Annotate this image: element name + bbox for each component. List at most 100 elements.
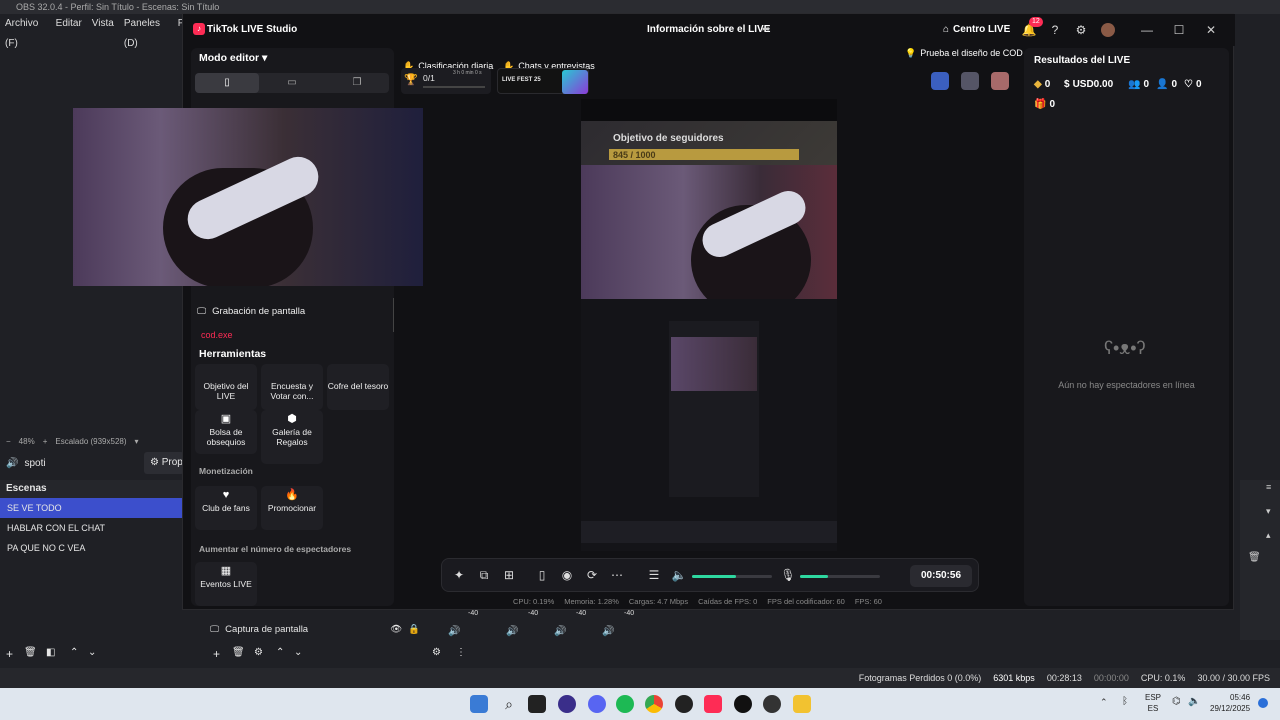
speaker-icon[interactable]: 🔊 <box>602 626 614 637</box>
network-icon[interactable]: ⌬ <box>1172 696 1181 707</box>
menu-editar[interactable]: Editar <box>56 14 82 34</box>
source-cod[interactable]: cod.exe <box>201 330 233 340</box>
filter-icon[interactable]: ◧ <box>46 647 55 658</box>
chevron-up-icon[interactable]: ⌃ <box>70 647 78 658</box>
mode-editor-dropdown[interactable]: Modo editor ▾ <box>199 52 267 64</box>
share-icon[interactable]: ➦ <box>762 24 774 36</box>
speaker-icon[interactable]: 🔊 <box>506 626 518 637</box>
tool-live-events[interactable]: ▦ Eventos LIVE <box>195 562 257 606</box>
tool-gift-bag[interactable]: ▣ Bolsa de obsequios <box>195 410 257 454</box>
dual-icon[interactable]: ❐ <box>325 73 389 93</box>
tool-chest[interactable]: Cofre del tesoro <box>327 364 389 410</box>
centro-live-button[interactable]: ⌂ Centro LIVE <box>943 14 1010 46</box>
tool-promote[interactable]: 🔥 Promocionar <box>261 486 323 530</box>
avatar[interactable] <box>1101 23 1115 37</box>
dock-menu-icon[interactable]: ≡ <box>1266 482 1271 492</box>
github-icon[interactable] <box>675 695 693 713</box>
layers-icon[interactable]: ⧉ <box>476 567 492 583</box>
minimize-icon[interactable]: — <box>1139 22 1155 38</box>
close-icon[interactable]: ✕ <box>1203 22 1219 38</box>
language-indicator[interactable]: ESP ES <box>1145 692 1161 714</box>
chevron-down-icon[interactable]: ▾ <box>1266 506 1271 517</box>
help-icon[interactable]: ? <box>1047 22 1063 38</box>
landscape-icon[interactable]: ▭ <box>260 73 324 93</box>
tool-gift-gallery[interactable]: ⬢ Galería de Regalos <box>261 410 323 464</box>
gift-icon[interactable] <box>961 72 979 90</box>
gear-icon[interactable]: ⚙ <box>1073 22 1089 38</box>
lang-secondary: ES <box>1147 704 1159 713</box>
volume-icon[interactable]: 🔈 <box>1188 696 1200 707</box>
trash-icon[interactable]: 🗑 <box>24 647 37 658</box>
source-row[interactable]: 🖵 Captura de pantalla 👁 🔒 <box>210 620 420 638</box>
zoom-in-icon[interactable]: + <box>43 437 48 446</box>
scene-item[interactable]: PA QUE NO C VEA <box>0 538 182 558</box>
chevron-down-icon[interactable]: ▾ <box>135 437 139 446</box>
menu-vista[interactable]: Vista <box>92 14 114 34</box>
windows-start-icon[interactable] <box>470 695 488 713</box>
volume-icon[interactable]: 🔈 <box>671 567 687 583</box>
sliders-icon[interactable]: ☰ <box>646 567 662 583</box>
notification-icon[interactable] <box>1258 698 1268 708</box>
phone-icon[interactable]: ▯ <box>534 567 550 583</box>
chevron-down-icon[interactable]: ⌄ <box>294 647 302 658</box>
tool-fan-club[interactable]: ♥ Club de fans <box>195 486 257 530</box>
add-source-icon[interactable]: ⊞ <box>501 567 517 583</box>
livefest-card[interactable]: LIVE FEST 25 <box>497 68 589 94</box>
obs-app-icon[interactable] <box>558 695 576 713</box>
gear-icon[interactable]: ⚙ <box>254 647 263 658</box>
mic-slider[interactable] <box>800 575 880 578</box>
mixer-db: -40 <box>624 610 635 617</box>
eye-icon[interactable]: 👁 <box>390 624 402 635</box>
stream-preview[interactable]: Objetivo de seguidores 845 / 1000 <box>581 99 837 551</box>
search-icon[interactable]: ⌕ <box>500 695 518 713</box>
portrait-icon[interactable]: ▯ <box>195 73 259 93</box>
add-icon[interactable]: + <box>6 647 13 661</box>
menu-archivo[interactable]: Archivo (F) <box>5 14 46 49</box>
tiktok-icon[interactable] <box>734 695 752 713</box>
trash-icon[interactable]: 🗑 <box>232 647 245 658</box>
scene-item[interactable]: HABLAR CON EL CHAT <box>0 518 182 538</box>
speaker-icon[interactable]: 🔊 <box>554 626 566 637</box>
more-icon[interactable]: ⋮ <box>456 647 466 658</box>
design-tip[interactable]: 💡 Prueba el diseño de COD <box>905 48 1023 59</box>
monetization-title: Monetización <box>199 466 253 476</box>
chevron-up-icon[interactable]: ⌃ <box>1100 697 1108 708</box>
record-icon[interactable]: ◉ <box>559 567 575 583</box>
menu-paneles[interactable]: Paneles (D) <box>124 14 168 49</box>
microphone-icon[interactable]: 🎙 <box>780 567 796 583</box>
gift-icon[interactable] <box>931 72 949 90</box>
replay-icon[interactable]: ⟳ <box>584 567 600 583</box>
properties-button[interactable]: ⚙ Prop <box>144 452 184 474</box>
chevron-up-icon[interactable]: ⌃ <box>276 647 284 658</box>
tool-poll[interactable]: Encuesta y Votar con... <box>261 364 323 410</box>
file-explorer-icon[interactable] <box>793 695 811 713</box>
scene-item[interactable]: SE VE TODO <box>0 498 182 518</box>
settings-icon[interactable]: ⚙ <box>432 647 441 658</box>
magic-wand-icon[interactable]: ✦ <box>451 567 467 583</box>
chatgpt-icon[interactable] <box>763 695 781 713</box>
clock[interactable]: 05:46 29/12/2025 <box>1210 692 1250 714</box>
tool-live-goal[interactable]: Objetivo del LIVE <box>195 364 257 410</box>
maximize-icon[interactable]: ☐ <box>1171 22 1187 38</box>
task-view-icon[interactable] <box>528 695 546 713</box>
chrome-icon[interactable] <box>645 695 663 713</box>
spotify-icon[interactable] <box>616 695 634 713</box>
no-viewers-message: Aún no hay espectadores en línea <box>1058 380 1195 390</box>
discord-icon[interactable] <box>588 695 606 713</box>
speaker-icon[interactable]: 🔊 <box>448 626 460 637</box>
daily-card[interactable]: 🏆 0/1 3 h 0 min 0 s <box>401 68 491 94</box>
tiktok-live-studio-icon[interactable] <box>704 695 722 713</box>
bluetooth-icon[interactable]: ᛒ <box>1122 696 1128 707</box>
scrollbar[interactable] <box>393 298 394 332</box>
trash-icon[interactable]: 🗑 <box>1248 552 1261 563</box>
more-icon[interactable]: ⋯ <box>609 567 625 583</box>
live-info-title[interactable]: Información sobre el LIVE <box>647 14 770 46</box>
chevron-up-icon[interactable]: ▴ <box>1266 530 1271 541</box>
volume-slider[interactable] <box>692 575 772 578</box>
source-screen-capture[interactable]: 🖵 Grabación de pantalla <box>197 306 305 317</box>
zoom-out-icon[interactable]: − <box>6 437 11 446</box>
add-icon[interactable]: + <box>213 647 220 661</box>
chevron-down-icon[interactable]: ⌄ <box>88 647 96 658</box>
gift-icon[interactable] <box>991 72 1009 90</box>
lock-icon[interactable]: 🔒 <box>408 624 420 635</box>
